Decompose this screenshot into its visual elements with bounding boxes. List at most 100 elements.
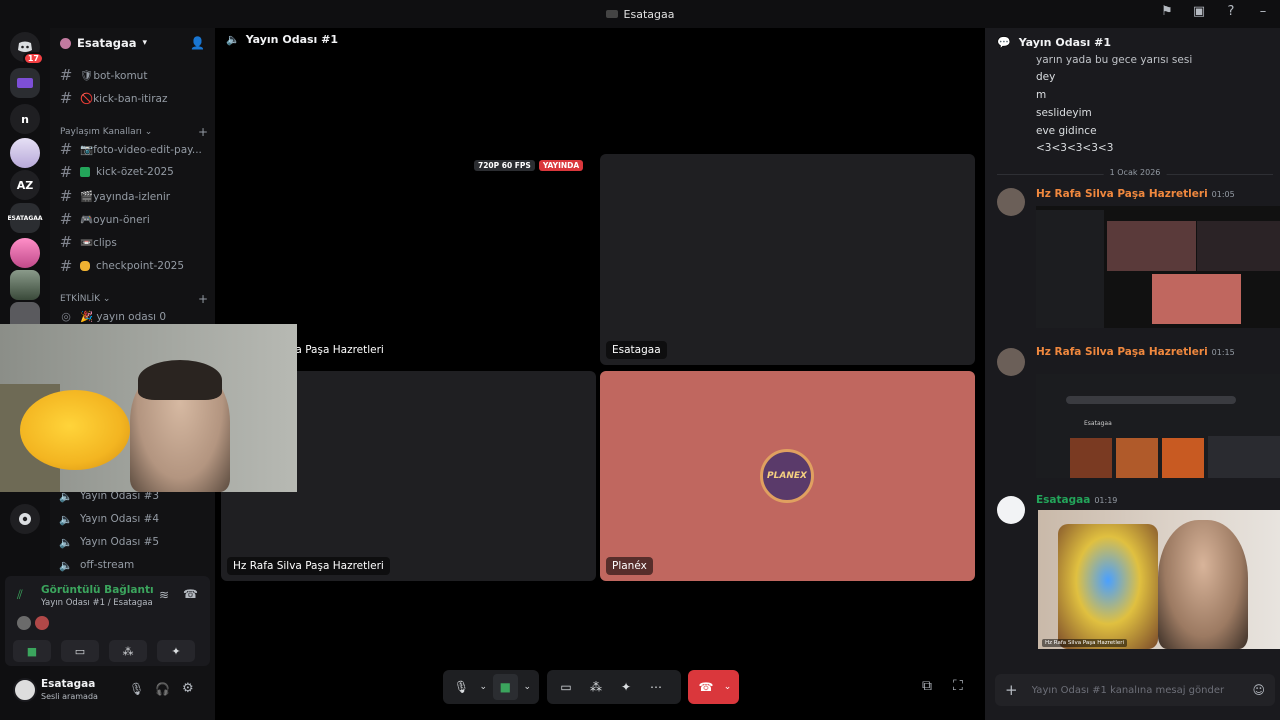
- screen-share-icon: ▭: [560, 680, 572, 694]
- server-header[interactable]: Esatagaa ▾ 👤: [50, 28, 215, 58]
- noise-suppression-icon[interactable]: ≋: [159, 588, 169, 602]
- server-icon-anime-2[interactable]: [10, 238, 40, 268]
- category-etkinlik[interactable]: ETKİNLİK ⌄ +: [60, 292, 208, 306]
- channel-kick-ban-itiraz[interactable]: # 🚫kick-ban-itiraz: [58, 88, 210, 108]
- hash-icon: #: [59, 163, 73, 181]
- channel-clips[interactable]: # 📼clips: [58, 232, 210, 252]
- attachment-screenshot[interactable]: Esatagaa: [1036, 374, 1280, 478]
- message-line: yarın yada bu gece yarısı sesi: [1036, 54, 1193, 66]
- camera-options-chevron[interactable]: ⌄: [522, 674, 533, 700]
- leave-options-chevron[interactable]: ⌄: [722, 674, 733, 700]
- help-icon[interactable]: ?: [1222, 4, 1240, 19]
- attachment-video-frame[interactable]: Hz Rafa Silva Paşa Hazretleri: [1038, 510, 1280, 649]
- activities-icon: ⁂: [590, 680, 602, 694]
- chevron-down-icon: ⌄: [723, 682, 732, 692]
- server-icon-1[interactable]: [10, 68, 40, 98]
- message-time: 01:05: [1211, 190, 1235, 199]
- emoji-icon[interactable]: ☺: [1252, 683, 1265, 697]
- message-time: 01:19: [1094, 496, 1118, 505]
- microphone-button[interactable]: 🎙: [449, 674, 474, 700]
- user-name[interactable]: Esatagaa: [41, 678, 95, 690]
- voice-connection-panel: ⫽ Görüntülü Bağlantı Kuruldu Yayın Odası…: [5, 576, 210, 666]
- channel-oyun-oneri[interactable]: # 🎮oyun-öneri: [58, 209, 210, 229]
- channel-yayin-odasi-4[interactable]: 🔈 Yayın Odası #4: [58, 509, 210, 529]
- flag-icon[interactable]: ⚑: [1158, 4, 1176, 19]
- mic-options-chevron[interactable]: ⌄: [478, 674, 489, 700]
- chat-header: 💬 Yayın Odası #1: [985, 28, 1280, 56]
- avatar[interactable]: [997, 496, 1025, 524]
- channel-yayinda-izlenir[interactable]: # 🎬yayında-izlenir: [58, 186, 210, 206]
- category-paylasim[interactable]: Paylaşım Kanalları ⌄ +: [60, 125, 208, 139]
- screen-share-button[interactable]: ▭: [553, 674, 579, 700]
- activities-icon: ⁂: [122, 644, 134, 658]
- message-line: seslideyim: [1036, 107, 1092, 119]
- webcam-overlay: [0, 324, 297, 492]
- soundboard-button[interactable]: ✦: [613, 674, 639, 700]
- more-options-button[interactable]: ⋯: [643, 674, 669, 700]
- microphone-icon[interactable]: 🎙: [129, 682, 144, 696]
- server-icon-az[interactable]: AZ: [10, 170, 40, 200]
- channel-foto-video[interactable]: # 📷foto-video-edit-pay...: [58, 139, 210, 159]
- settings-gear-icon[interactable]: ⚙: [182, 681, 194, 696]
- server-icon-esatagaa[interactable]: ESATAGAA: [7, 203, 43, 233]
- add-channel-icon[interactable]: +: [198, 125, 208, 139]
- message-line: eve gidince: [1036, 125, 1097, 137]
- avatar: PLANEX: [760, 449, 814, 503]
- attachment-screenshot[interactable]: [1036, 206, 1280, 328]
- channel-checkpoint[interactable]: # checkpoint-2025: [58, 256, 210, 276]
- leave-call-button[interactable]: ☎: [694, 674, 718, 700]
- add-attachment-icon[interactable]: +: [1005, 681, 1018, 699]
- hangup-icon: ☎: [698, 680, 714, 694]
- fullscreen-icon[interactable]: ⛶: [953, 678, 963, 694]
- signal-icon[interactable]: ⫽: [17, 588, 23, 603]
- add-channel-icon[interactable]: +: [198, 292, 208, 306]
- channel-kick-ozet[interactable]: # kick-özet-2025: [58, 162, 210, 182]
- message-input[interactable]: [1031, 684, 1239, 696]
- channel-off-stream[interactable]: 🔈 off-stream: [58, 555, 210, 575]
- video-tile-esatagaa[interactable]: Esatagaa: [600, 154, 975, 365]
- titlebar-actions: ⚑ ▣ ? –: [1158, 4, 1272, 19]
- channel-bot-komut[interactable]: # 🛡bot-komut: [58, 65, 210, 85]
- channel-yayin-odasi-5[interactable]: 🔈 Yayın Odası #5: [58, 532, 210, 552]
- avatar[interactable]: [13, 678, 37, 702]
- screen-share-button[interactable]: ▭: [61, 640, 99, 662]
- message-author[interactable]: Esatagaa 01:19: [1036, 494, 1117, 506]
- discover-icon[interactable]: [10, 504, 40, 534]
- headphones-icon[interactable]: 🎧: [155, 682, 170, 696]
- soundboard-button[interactable]: ✦: [157, 640, 195, 662]
- activities-button[interactable]: ⁂: [109, 640, 147, 662]
- home-discord-icon[interactable]: 17: [10, 32, 44, 65]
- server-icon-n[interactable]: n: [10, 104, 40, 134]
- popout-icon[interactable]: ⧉: [922, 678, 932, 694]
- chat-panel: 💬 Yayın Odası #1 yarın yada bu gece yarı…: [985, 28, 1280, 720]
- hash-icon: #: [59, 66, 73, 84]
- window-title: Esatagaa: [605, 8, 674, 21]
- video-tile-planex[interactable]: PLANEX Planéx: [600, 371, 975, 581]
- channel-yayin-odasi-0[interactable]: ◎ 🎉 yayın odası 0: [58, 306, 210, 326]
- inbox-icon[interactable]: ▣: [1190, 4, 1208, 19]
- server-name: Esatagaa: [77, 36, 137, 50]
- server-icon-photo[interactable]: [10, 270, 40, 300]
- user-panel: Esatagaa Sesli aramada 🎙 🎧 ⚙: [5, 672, 210, 712]
- quality-badge: 720P 60 FPS: [474, 160, 535, 171]
- camera-icon: ■: [26, 644, 38, 658]
- hash-icon: #: [59, 89, 73, 107]
- minimize-icon[interactable]: –: [1254, 4, 1272, 19]
- server-icon-anime-1[interactable]: [10, 138, 40, 168]
- chat-bubble-icon: 💬: [997, 35, 1011, 49]
- message-author[interactable]: Hz Rafa Silva Paşa Hazretleri 01:05: [1036, 188, 1235, 200]
- stage-title: Yayın Odası #1: [245, 33, 339, 46]
- avatar[interactable]: [997, 348, 1025, 376]
- camera-button[interactable]: ■: [13, 640, 51, 662]
- message-author[interactable]: Hz Rafa Silva Paşa Hazretleri 01:15: [1036, 346, 1235, 358]
- speaker-icon: 🔈: [226, 33, 240, 46]
- avatar[interactable]: [997, 188, 1025, 216]
- date-divider: 1 Ocak 2026: [997, 168, 1273, 177]
- activities-button[interactable]: ⁂: [583, 674, 609, 700]
- camera-toggle-button[interactable]: ■: [493, 674, 518, 700]
- voice-status[interactable]: Görüntülü Bağlantı Kuruldu: [41, 584, 156, 596]
- disconnect-icon[interactable]: ☎: [183, 587, 198, 601]
- add-user-icon[interactable]: 👤: [190, 36, 205, 50]
- hash-icon: #: [59, 210, 73, 228]
- speaker-icon: 🔈: [59, 512, 73, 526]
